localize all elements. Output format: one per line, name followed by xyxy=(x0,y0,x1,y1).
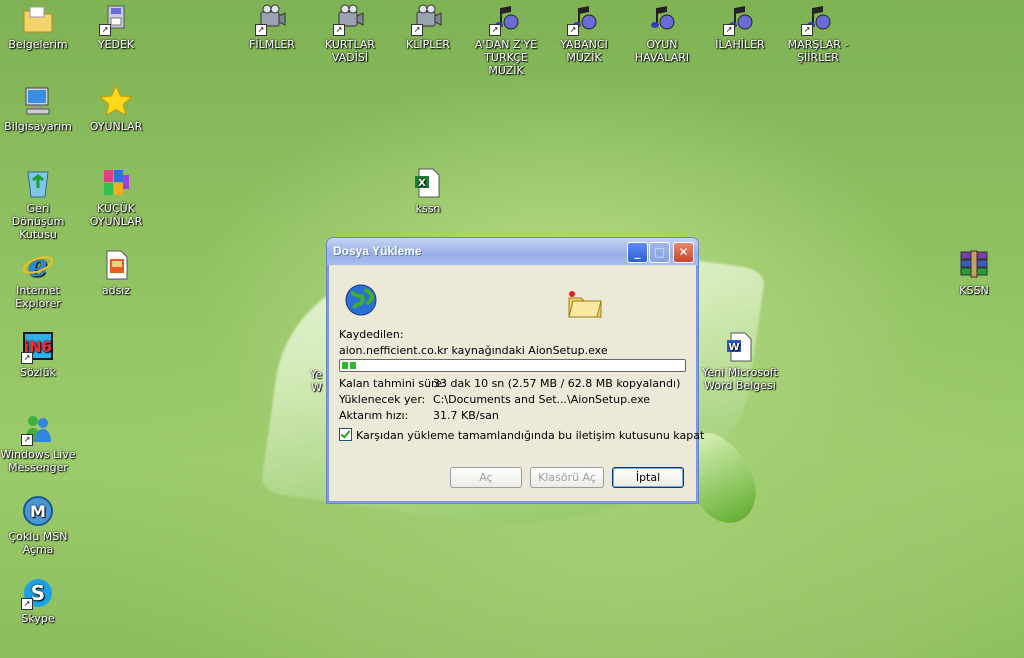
globe-icon xyxy=(345,284,377,316)
checkbox-checked-icon[interactable] xyxy=(339,428,352,441)
msn-icon: M xyxy=(21,494,55,528)
recycle-bin-icon xyxy=(21,166,55,200)
desktop-icon-belgelerim[interactable]: Belgelerim xyxy=(0,2,76,51)
video-camera-icon: ↗ xyxy=(255,2,289,36)
transfer-rate-row: Aktarım hızı: 31.7 KB/san xyxy=(339,409,499,422)
desktop-icon-kssn-rar[interactable]: KSSN xyxy=(936,248,1012,297)
saved-label: Kaydedilen: xyxy=(339,328,404,341)
desktop-icon-marslar-siirler[interactable]: ↗ MARŞLAR - ŞİİRLER xyxy=(780,2,856,64)
music-note-icon: ↗ xyxy=(723,2,757,36)
desktop-icon-yabanci-muzik[interactable]: ↗ YABANCI MÜZİK xyxy=(546,2,622,64)
video-camera-icon: ↗ xyxy=(333,2,367,36)
music-note-icon xyxy=(645,2,679,36)
image-file-icon xyxy=(99,248,133,282)
desktop-icon-kucuk-oyunlar[interactable]: KÜÇÜK OYUNLAR xyxy=(78,166,154,228)
desktop-icon-yedek[interactable]: ↗ YEDEK xyxy=(78,2,154,51)
minimize-icon: _ xyxy=(634,245,641,259)
dictionary-icon: iN6 ↗ xyxy=(21,330,55,364)
desktop-icon-oyunlar[interactable]: OYUNLAR xyxy=(78,84,154,133)
music-note-icon: ↗ xyxy=(567,2,601,36)
desktop-icon-geri-donusum[interactable]: Geri Dönüşüm Kutusu xyxy=(0,166,76,241)
desktop-icon-ilahiler[interactable]: ↗ İLAHİLER xyxy=(702,2,778,51)
download-progress-bar xyxy=(339,359,686,372)
dialog-content: Kaydedilen: aion.nefficient.co.kr kaynağ… xyxy=(339,268,704,493)
desktop-icon-kssn-excel[interactable]: X kssn xyxy=(390,166,466,215)
word-file-icon: W xyxy=(723,330,757,364)
svg-text:e: e xyxy=(28,249,47,282)
music-note-icon: ↗ xyxy=(489,2,523,36)
minimize-button[interactable]: _ xyxy=(627,242,648,263)
star-icon xyxy=(99,84,133,118)
download-progress-fill xyxy=(342,362,356,369)
close-icon: ✕ xyxy=(678,245,689,259)
maximize-button[interactable]: □ xyxy=(649,242,670,263)
disk-icon: ↗ xyxy=(99,2,133,36)
desktop-icon-turkce-muzik[interactable]: ↗ A'DAN Z'YE TÜRKÇE MÜZİK xyxy=(468,2,544,77)
desktop-icon-oyun-havalari[interactable]: OYUN HAVALARI xyxy=(624,2,700,64)
computer-icon xyxy=(21,84,55,118)
open-button[interactable]: Aç xyxy=(450,467,522,488)
desktop-icon-sozluk[interactable]: iN6 ↗ Sözlük xyxy=(0,330,76,379)
desktop-icon-klipler[interactable]: ↗ KLİPLER xyxy=(390,2,466,51)
svg-text:X: X xyxy=(418,178,426,189)
desktop-icon-bilgisayarim[interactable]: Bilgisayarım xyxy=(0,84,76,133)
desktop-icon-partial[interactable]: Ye W xyxy=(282,368,322,394)
desktop-icon-word-belgesi[interactable]: W Yeni Microsoft Word Belgesi xyxy=(702,330,778,392)
desktop-icon-filmler[interactable]: ↗ FİLMLER xyxy=(234,2,310,51)
destination-row: Yüklenecek yer: C:\Documents and Set...\A… xyxy=(339,393,651,406)
desktop-icon-internet-explorer[interactable]: e Internet Explorer xyxy=(0,248,76,310)
skype-icon: S ↗ xyxy=(21,576,55,610)
remaining-time-row: Kalan tahmini süre:33 dak 10 sn (2.57 MB… xyxy=(339,377,681,390)
dialog-titlebar[interactable]: Dosya Yükleme _ □ ✕ xyxy=(327,238,698,265)
winrar-archive-icon xyxy=(99,166,133,200)
svg-text:W: W xyxy=(728,342,739,353)
desktop-icon-skype[interactable]: S ↗ Skype xyxy=(0,576,76,625)
saved-value: aion.nefficient.co.kr kaynağındaki AionS… xyxy=(339,344,608,357)
desktop-icon-coklu-msn[interactable]: M Çoklu MSN Açma xyxy=(0,494,76,556)
checkbox-label: Karşıdan yükleme tamamlandığında bu ilet… xyxy=(356,429,705,442)
winrar-archive-icon xyxy=(957,248,991,282)
cancel-button[interactable]: İptal xyxy=(612,467,684,488)
music-note-icon: ↗ xyxy=(801,2,835,36)
maximize-icon: □ xyxy=(653,245,666,259)
messenger-icon: ↗ xyxy=(21,412,55,446)
download-dialog: Dosya Yükleme _ □ ✕ Kaydedilen: aion.nef… xyxy=(326,237,704,504)
close-on-complete-checkbox[interactable]: Karşıdan yükleme tamamlandığında bu ilet… xyxy=(339,428,704,442)
excel-file-icon: X xyxy=(411,166,445,200)
open-folder-button[interactable]: Klasörü Aç xyxy=(530,467,604,488)
dialog-title: Dosya Yükleme xyxy=(333,244,422,258)
video-camera-icon: ↗ xyxy=(411,2,445,36)
desktop-icon-adsiz[interactable]: adsız xyxy=(78,248,154,297)
desktop-icon-kurtlar-vadisi[interactable]: ↗ KURTLAR VADİSİ xyxy=(312,2,388,64)
folder-documents-icon xyxy=(21,2,55,36)
close-button[interactable]: ✕ xyxy=(673,242,694,263)
open-folder-icon xyxy=(567,288,603,318)
desktop-icon-windows-live-messenger[interactable]: ↗ Windows Live Messenger xyxy=(0,412,76,474)
internet-explorer-icon: e xyxy=(21,248,55,284)
svg-text:M: M xyxy=(30,502,46,521)
